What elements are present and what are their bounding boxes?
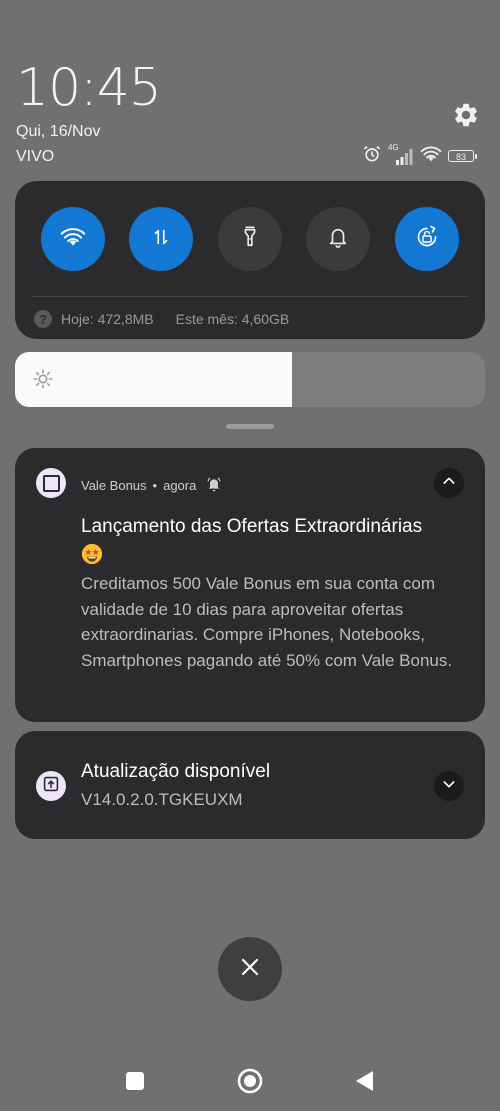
app-icon (36, 771, 66, 801)
help-icon: ? (34, 310, 52, 328)
data-usage-month: Este mês: 4,60GB (175, 311, 290, 327)
clear-all-button[interactable] (218, 937, 282, 1001)
brightness-fill (15, 352, 293, 407)
carrier-label: VIVO (16, 148, 55, 165)
alert-bell-icon (206, 476, 222, 495)
collapse-button[interactable] (434, 468, 464, 498)
notification-title-text: Lançamento das Ofertas Extraordinárias (81, 516, 423, 537)
brightness-slider[interactable] (15, 352, 485, 407)
recents-button[interactable] (126, 1072, 144, 1090)
drag-handle[interactable] (226, 424, 274, 429)
alarm-icon (362, 144, 382, 169)
wifi-toggle[interactable] (41, 207, 105, 271)
chevron-up-icon (441, 473, 457, 494)
mobile-data-toggle[interactable] (129, 207, 193, 271)
auto-rotate-toggle[interactable] (395, 207, 459, 271)
gear-icon[interactable] (452, 101, 480, 129)
back-button[interactable] (355, 1070, 375, 1092)
notification-title: Atualização disponível (81, 761, 271, 782)
notification-card[interactable]: Atualização disponível V14.0.2.0.TGKEUXM (15, 731, 485, 839)
signal-icon: 4G (388, 143, 414, 166)
expand-button[interactable] (434, 771, 464, 801)
app-icon (36, 468, 66, 498)
quick-settings-panel: ? Hoje: 472,8MB Este mês: 4,60GB (15, 181, 485, 339)
home-button[interactable] (237, 1068, 263, 1094)
network-type-label: 4G (388, 143, 399, 152)
separator-dot: • (152, 478, 158, 493)
notification-header: Vale Bonus • agora (81, 476, 222, 495)
clock[interactable]: 10:45 (16, 58, 162, 118)
data-usage-today: Hoje: 472,8MB (61, 311, 154, 327)
notification-time: agora (163, 478, 197, 493)
flashlight-toggle[interactable] (218, 207, 282, 271)
chevron-down-icon (441, 776, 457, 797)
battery-icon: 83 (448, 150, 477, 162)
star-struck-emoji (81, 543, 103, 565)
bell-icon (327, 225, 349, 254)
app-name: Vale Bonus (81, 478, 147, 493)
close-icon (240, 957, 260, 982)
flashlight-icon (239, 225, 261, 254)
wifi-status-icon (420, 145, 442, 168)
notification-title: Lançamento das Ofertas Extraordinárias (81, 514, 422, 572)
upload-icon (43, 776, 59, 797)
notification-card[interactable]: Vale Bonus • agora Lançamento das Oferta… (15, 448, 485, 722)
status-bar-icons: 4G 83 (362, 143, 477, 169)
divider (32, 296, 468, 297)
rotation-lock-icon (414, 224, 440, 255)
sun-icon (32, 368, 54, 390)
data-usage-row[interactable]: ? Hoje: 472,8MB Este mês: 4,60GB (34, 308, 289, 330)
silent-toggle[interactable] (306, 207, 370, 271)
notification-body: V14.0.2.0.TGKEUXM (81, 790, 243, 809)
notification-body: Creditamos 500 Vale Bonus em sua conta c… (81, 574, 453, 670)
date-label[interactable]: Qui, 16/Nov (16, 123, 100, 141)
data-transfer-icon (150, 226, 172, 253)
wifi-icon (60, 226, 86, 253)
